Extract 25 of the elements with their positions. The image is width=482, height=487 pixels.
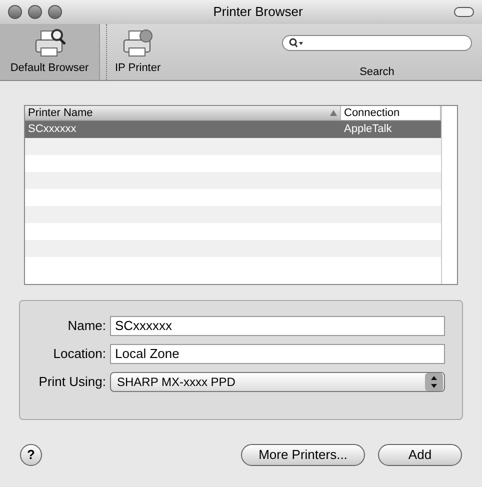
toolbar-button[interactable]: IP Printer <box>106 24 169 80</box>
column-header[interactable]: Printer Name <box>25 106 341 120</box>
popup-menu[interactable]: SHARP MX-xxxx PPD <box>110 372 445 392</box>
printer-magnifier-icon <box>32 28 66 58</box>
search-label: Search <box>358 64 396 80</box>
printer-globe-icon <box>120 28 155 58</box>
text-field[interactable]: Local Zone <box>110 344 445 364</box>
search-icon <box>289 38 305 48</box>
table-row[interactable]: SCxxxxxx AppleTalk <box>25 121 441 138</box>
up-down-arrows-icon <box>425 373 443 391</box>
search-field[interactable] <box>282 35 472 50</box>
toolbar-toggle-icon[interactable] <box>454 7 474 17</box>
window-title: Printer Browser <box>212 3 304 22</box>
field-label: Name: <box>66 317 106 336</box>
sort-ascending-icon <box>330 110 337 116</box>
window-control-icon[interactable] <box>48 5 62 19</box>
push-button[interactable]: Add <box>378 444 462 466</box>
window-control-icon[interactable] <box>8 5 22 19</box>
push-button[interactable]: More Printers... <box>241 444 365 466</box>
field-label: Print Using: <box>38 373 106 392</box>
field-label: Location: <box>52 345 106 364</box>
help-button[interactable]: ? <box>20 444 42 466</box>
toolbar-button[interactable]: Default Browser <box>0 24 100 80</box>
text-field[interactable]: SCxxxxxx <box>110 316 445 336</box>
window-control-icon[interactable] <box>28 5 42 19</box>
